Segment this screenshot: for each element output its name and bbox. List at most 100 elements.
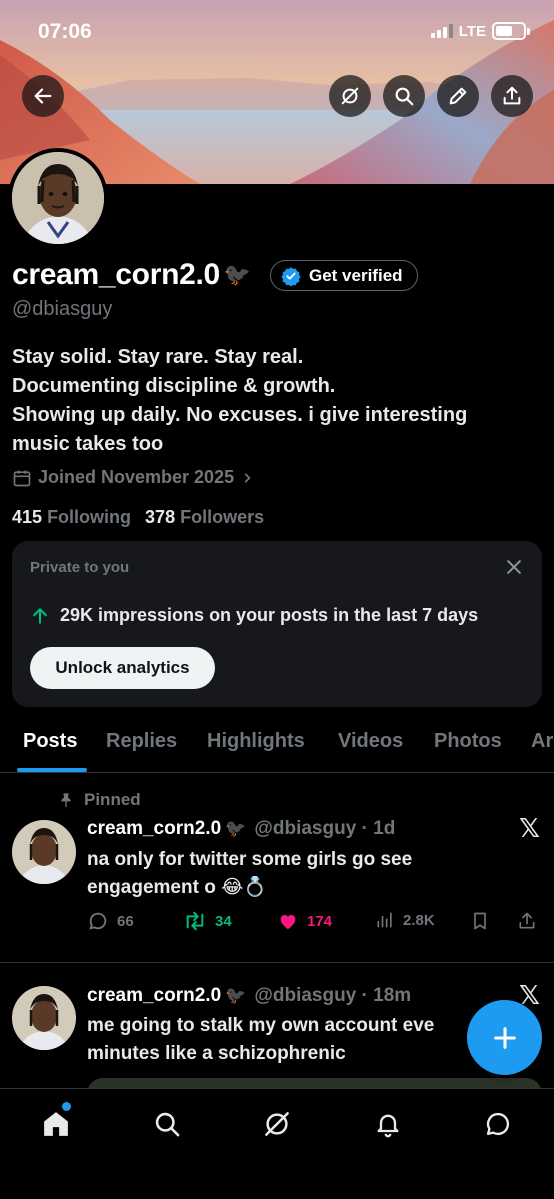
post-text[interactable]: me going to stalk my own account eve min…	[87, 1012, 467, 1068]
bio-line: Documenting discipline & growth.	[12, 375, 336, 397]
grok-button[interactable]	[329, 75, 371, 117]
share-button[interactable]	[491, 75, 533, 117]
profile-tabs: Posts Replies Highlights Videos Photos A…	[0, 718, 554, 773]
impressions-text: 29K impressions on your posts in the las…	[60, 605, 479, 625]
home-icon	[44, 1112, 68, 1136]
nav-home[interactable]	[36, 1104, 76, 1144]
followers-count: 378	[145, 507, 176, 527]
back-button[interactable]	[22, 75, 64, 117]
tab-posts[interactable]: Posts	[23, 730, 77, 753]
tab-videos[interactable]: Videos	[338, 730, 403, 753]
joined-date[interactable]: Joined November 2025	[12, 467, 254, 488]
follow-stats: 415 Following 378 Followers	[12, 507, 264, 528]
get-verified-button[interactable]: Get verified	[270, 260, 418, 291]
tab-photos[interactable]: Photos	[434, 730, 502, 753]
post-handle-time: @dbiasguy · 18m	[254, 985, 412, 1006]
tab-articles[interactable]: Ar	[531, 730, 553, 753]
post-text-line: engagement o 😂💍	[87, 877, 267, 898]
post-divider	[0, 962, 554, 963]
bio-line: music takes too	[12, 433, 164, 455]
post-avatar[interactable]	[12, 986, 76, 1050]
views-count: 2.8K	[403, 911, 435, 929]
following-count: 415	[12, 507, 43, 527]
post-author-name[interactable]: cream_corn2.0	[87, 818, 221, 840]
following-link[interactable]: 415 Following	[12, 507, 131, 528]
post-text-line: minutes like a schizophrenic	[87, 1043, 346, 1064]
pinned-label-row: Pinned	[58, 790, 141, 810]
battery-nub	[527, 27, 530, 35]
private-card-title: Private to you	[30, 559, 130, 576]
get-verified-label: Get verified	[309, 265, 403, 285]
pinned-label: Pinned	[84, 790, 141, 809]
private-analytics-card: Private to you 29K impressions on your p…	[12, 541, 542, 707]
bio-line: Showing up daily. No excuses. i give int…	[12, 404, 468, 426]
post-header: cream_corn2.0 🐦‍⬛ @dbiasguy · 1d	[87, 818, 395, 840]
tab-highlights[interactable]: Highlights	[207, 730, 305, 753]
followers-label: Followers	[180, 507, 265, 527]
verified-badge-icon	[281, 266, 301, 286]
post-text[interactable]: na only for twitter some girls go see en…	[87, 846, 527, 902]
like-button[interactable]: 174	[277, 910, 332, 932]
views-bar-chart-icon	[377, 912, 392, 928]
followers-link[interactable]: 378 Followers	[145, 507, 264, 528]
display-name-row: cream_corn2.0 🐦‍⬛	[12, 258, 251, 292]
display-name: cream_corn2.0	[12, 258, 220, 291]
status-indicators: LTE	[430, 22, 530, 40]
profile-avatar[interactable]	[8, 148, 108, 248]
profile-bio: Stay solid. Stay rare. Stay real. Docume…	[12, 343, 532, 459]
joined-label: Joined November 2025	[38, 467, 235, 487]
bio-line: Stay solid. Stay rare. Stay real.	[12, 346, 304, 368]
post-text-line: me going to stalk my own account eve	[87, 1015, 435, 1036]
reply-count: 66	[117, 912, 134, 930]
search-icon	[395, 87, 414, 106]
plus-icon	[493, 1026, 516, 1049]
share-post-button[interactable]	[517, 910, 537, 932]
nav-grok[interactable]	[257, 1104, 297, 1144]
close-icon	[507, 560, 521, 574]
x-logo-icon[interactable]: 𝕏	[519, 814, 540, 844]
repost-icon	[186, 911, 204, 931]
following-label: Following	[47, 507, 132, 527]
nav-messages[interactable]	[478, 1104, 518, 1144]
name-emoji: 🐦‍⬛	[225, 819, 247, 838]
impressions-row: 29K impressions on your posts in the las…	[30, 605, 478, 626]
pin-icon	[61, 793, 71, 808]
compose-post-button[interactable]	[467, 1000, 542, 1075]
name-emoji: 🐦‍⬛	[225, 986, 247, 1005]
notification-dot	[62, 1102, 71, 1111]
reply-button[interactable]: 66	[87, 910, 134, 932]
calendar-icon	[13, 470, 31, 486]
search-button[interactable]	[383, 75, 425, 117]
repost-button[interactable]: 34	[183, 910, 232, 932]
share-icon	[519, 912, 535, 929]
views-button[interactable]: 2.8K	[375, 910, 435, 930]
chevron-right-icon	[244, 472, 251, 483]
bookmark-button[interactable]	[470, 910, 490, 932]
messages-icon	[486, 1112, 510, 1136]
edit-button[interactable]	[437, 75, 479, 117]
post-actions: 66 34 174 2.8K	[87, 910, 542, 938]
bottom-navigation	[0, 1088, 554, 1199]
battery-icon	[492, 22, 526, 40]
status-time: 07:06	[38, 20, 92, 43]
grok-icon	[341, 87, 359, 105]
post-avatar[interactable]	[12, 820, 76, 884]
nav-search[interactable]	[147, 1104, 187, 1144]
tab-replies[interactable]: Replies	[106, 730, 177, 753]
repost-count: 34	[215, 912, 232, 930]
profile-handle: @dbiasguy	[12, 298, 113, 320]
post-handle-time: @dbiasguy · 1d	[254, 818, 396, 839]
status-bar: 07:06 LTE	[0, 0, 554, 66]
active-tab-indicator	[17, 768, 87, 772]
close-button[interactable]	[504, 557, 524, 582]
edit-pencil-icon	[449, 87, 467, 105]
bookmark-icon	[474, 912, 486, 930]
signal-icon	[430, 24, 453, 38]
post-author-name[interactable]: cream_corn2.0	[87, 985, 221, 1007]
arrow-up-icon	[33, 607, 47, 624]
post-text-line: na only for twitter some girls go see	[87, 849, 413, 870]
unlock-analytics-button[interactable]: Unlock analytics	[30, 647, 215, 689]
nav-notifications[interactable]	[368, 1104, 408, 1144]
search-icon	[155, 1112, 180, 1137]
back-arrow-icon	[34, 88, 52, 104]
